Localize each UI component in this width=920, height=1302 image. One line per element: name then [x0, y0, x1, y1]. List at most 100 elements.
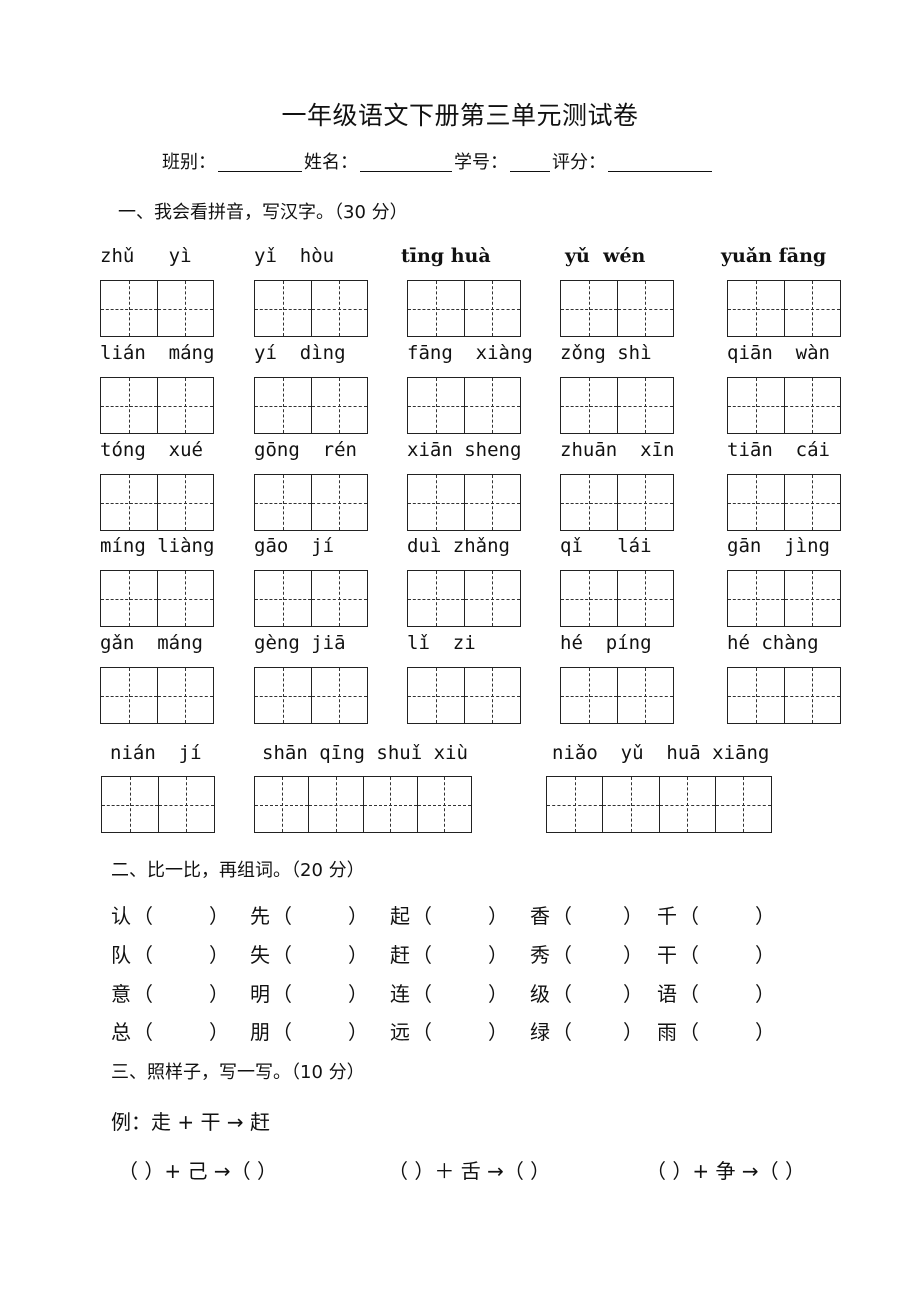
name-field[interactable]	[360, 153, 452, 172]
writing-cell[interactable]	[255, 777, 309, 832]
writing-cell[interactable]	[310, 571, 368, 626]
writing-cell[interactable]	[728, 571, 784, 626]
word-answer-field[interactable]	[295, 900, 350, 924]
number-field[interactable]	[510, 153, 550, 172]
writing-cell[interactable]	[408, 571, 464, 626]
tianzige-box[interactable]	[560, 474, 674, 531]
writing-cell[interactable]	[101, 281, 157, 336]
class-field[interactable]	[218, 153, 302, 172]
writing-cell[interactable]	[255, 281, 311, 336]
writing-cell[interactable]	[156, 571, 214, 626]
word-answer-field[interactable]	[435, 939, 490, 963]
tianzige-box[interactable]	[100, 280, 214, 337]
writing-cell[interactable]	[783, 475, 841, 530]
writing-cell[interactable]	[408, 668, 464, 723]
writing-cell[interactable]	[156, 475, 214, 530]
tianzige-box[interactable]	[100, 667, 214, 724]
exercise-3[interactable]: （ ）+ 争 →（ ）	[646, 1155, 805, 1184]
word-answer-field[interactable]	[575, 939, 630, 963]
writing-cell[interactable]	[101, 668, 157, 723]
writing-cell[interactable]	[102, 777, 158, 832]
word-answer-field[interactable]	[575, 900, 630, 924]
exercise-2[interactable]: （ ）＋ 舌 →（ ）	[388, 1155, 550, 1184]
writing-cell[interactable]	[728, 668, 784, 723]
writing-cell[interactable]	[561, 668, 617, 723]
writing-cell[interactable]	[783, 571, 841, 626]
tianzige-box[interactable]	[727, 377, 841, 434]
writing-cell[interactable]	[310, 378, 368, 433]
writing-cell[interactable]	[463, 571, 521, 626]
word-answer-field[interactable]	[702, 1016, 757, 1040]
word-answer-field[interactable]	[156, 939, 211, 963]
writing-cell[interactable]	[728, 475, 784, 530]
writing-cell[interactable]	[156, 668, 214, 723]
writing-cell[interactable]	[101, 378, 157, 433]
writing-cell[interactable]	[408, 475, 464, 530]
writing-cell[interactable]	[416, 777, 472, 832]
writing-cell[interactable]	[101, 475, 157, 530]
writing-cell[interactable]	[561, 378, 617, 433]
tianzige-box[interactable]	[560, 570, 674, 627]
writing-cell[interactable]	[783, 378, 841, 433]
exercise-1[interactable]: （ ）+ 己 →（ ）	[118, 1155, 277, 1184]
writing-cell[interactable]	[101, 571, 157, 626]
writing-cell[interactable]	[310, 668, 368, 723]
word-answer-field[interactable]	[435, 900, 490, 924]
tianzige-box[interactable]	[560, 667, 674, 724]
tianzige-box[interactable]	[407, 474, 521, 531]
tianzige-box[interactable]	[727, 474, 841, 531]
writing-cell[interactable]	[310, 281, 368, 336]
writing-cell[interactable]	[561, 571, 617, 626]
writing-cell[interactable]	[616, 668, 674, 723]
tianzige-box[interactable]	[254, 474, 368, 531]
writing-cell[interactable]	[255, 571, 311, 626]
writing-cell[interactable]	[547, 777, 603, 832]
tianzige-box[interactable]	[100, 474, 214, 531]
word-answer-field[interactable]	[156, 978, 211, 1002]
writing-cell[interactable]	[783, 281, 841, 336]
tianzige-box[interactable]	[407, 570, 521, 627]
word-answer-field[interactable]	[575, 1016, 630, 1040]
writing-cell[interactable]	[308, 777, 363, 832]
tianzige-box[interactable]	[727, 280, 841, 337]
word-answer-field[interactable]	[156, 1016, 211, 1040]
writing-cell[interactable]	[728, 281, 784, 336]
word-answer-field[interactable]	[435, 978, 490, 1002]
writing-cell[interactable]	[602, 777, 659, 832]
writing-cell[interactable]	[561, 475, 617, 530]
writing-cell[interactable]	[156, 378, 214, 433]
tianzige-box[interactable]	[254, 776, 472, 833]
writing-cell[interactable]	[310, 475, 368, 530]
word-answer-field[interactable]	[295, 1016, 350, 1040]
writing-cell[interactable]	[616, 475, 674, 530]
score-field[interactable]	[608, 153, 712, 172]
tianzige-box[interactable]	[727, 667, 841, 724]
tianzige-box[interactable]	[407, 377, 521, 434]
tianzige-box[interactable]	[254, 377, 368, 434]
writing-cell[interactable]	[255, 378, 311, 433]
word-answer-field[interactable]	[435, 1016, 490, 1040]
writing-cell[interactable]	[408, 378, 464, 433]
writing-cell[interactable]	[616, 378, 674, 433]
word-answer-field[interactable]	[702, 900, 757, 924]
tianzige-box[interactable]	[254, 280, 368, 337]
writing-cell[interactable]	[658, 777, 716, 832]
writing-cell[interactable]	[156, 281, 214, 336]
tianzige-box[interactable]	[100, 570, 214, 627]
tianzige-box[interactable]	[727, 570, 841, 627]
writing-cell[interactable]	[616, 281, 674, 336]
writing-cell[interactable]	[463, 475, 521, 530]
writing-cell[interactable]	[561, 281, 617, 336]
word-answer-field[interactable]	[156, 900, 211, 924]
tianzige-box[interactable]	[254, 570, 368, 627]
word-answer-field[interactable]	[575, 978, 630, 1002]
writing-cell[interactable]	[463, 668, 521, 723]
word-answer-field[interactable]	[702, 939, 757, 963]
tianzige-box[interactable]	[407, 667, 521, 724]
tianzige-box[interactable]	[407, 280, 521, 337]
tianzige-box[interactable]	[560, 377, 674, 434]
writing-cell[interactable]	[408, 281, 464, 336]
writing-cell[interactable]	[255, 668, 311, 723]
tianzige-box[interactable]	[560, 280, 674, 337]
writing-cell[interactable]	[783, 668, 841, 723]
